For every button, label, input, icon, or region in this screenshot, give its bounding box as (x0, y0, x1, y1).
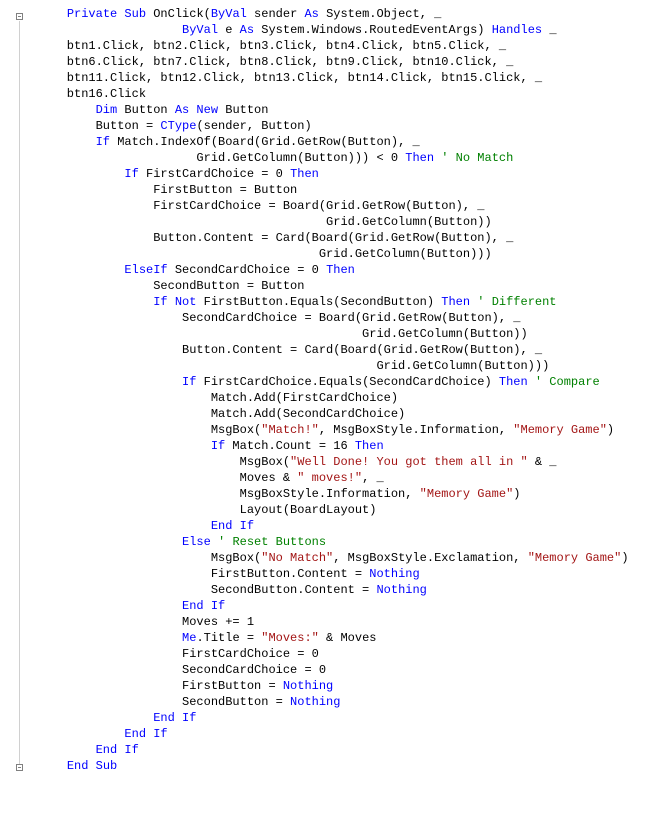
code-line: FirstCardChoice = Board(Grid.GetRow(Butt… (38, 198, 660, 214)
code-line: btn6.Click, btn7.Click, btn8.Click, btn9… (38, 54, 660, 70)
code-line: SecondButton.Content = Nothing (38, 582, 660, 598)
code-line: Button = CType(sender, Button) (38, 118, 660, 134)
code-line: Grid.GetColumn(Button))) < 0 Then ' No M… (38, 150, 660, 166)
code-block: Private Sub OnClick(ByVal sender As Syst… (10, 6, 660, 774)
code-line: FirstButton = Nothing (38, 678, 660, 694)
code-line: Dim Button As New Button (38, 102, 660, 118)
code-line: ByVal e As System.Windows.RoutedEventArg… (38, 22, 660, 38)
code-line: If Match.IndexOf(Board(Grid.GetRow(Butto… (38, 134, 660, 150)
fold-line (19, 21, 20, 765)
code-line: SecondCardChoice = Board(Grid.GetRow(But… (38, 310, 660, 326)
code-line: btn16.Click (38, 86, 660, 102)
code-line: Button.Content = Card(Board(Grid.GetRow(… (38, 230, 660, 246)
code-line: Layout(BoardLayout) (38, 502, 660, 518)
code-line: End If (38, 710, 660, 726)
code-line: SecondCardChoice = 0 (38, 662, 660, 678)
code-line: Grid.GetColumn(Button)) (38, 326, 660, 342)
code-line: btn1.Click, btn2.Click, btn3.Click, btn4… (38, 38, 660, 54)
code-line: Grid.GetColumn(Button))) (38, 246, 660, 262)
code-line: Else ' Reset Buttons (38, 534, 660, 550)
fold-icon[interactable] (16, 13, 23, 20)
code-line: If Match.Count = 16 Then (38, 438, 660, 454)
code-line: If FirstCardChoice.Equals(SecondCardChoi… (38, 374, 660, 390)
code-line: If Not FirstButton.Equals(SecondButton) … (38, 294, 660, 310)
code-line: SecondButton = Button (38, 278, 660, 294)
code-line: MsgBox("No Match", MsgBoxStyle.Exclamati… (38, 550, 660, 566)
code-line: Button.Content = Card(Board(Grid.GetRow(… (38, 342, 660, 358)
code-line: Private Sub OnClick(ByVal sender As Syst… (38, 6, 660, 22)
code-line: btn11.Click, btn12.Click, btn13.Click, b… (38, 70, 660, 86)
code-line: ElseIf SecondCardChoice = 0 Then (38, 262, 660, 278)
code-line: End If (38, 742, 660, 758)
code-line: End Sub (38, 758, 660, 774)
code-line: Moves += 1 (38, 614, 660, 630)
code-line: MsgBoxStyle.Information, "Memory Game") (38, 486, 660, 502)
code-line: Grid.GetColumn(Button))) (38, 358, 660, 374)
code-line: End If (38, 726, 660, 742)
code-line: MsgBox("Match!", MsgBoxStyle.Information… (38, 422, 660, 438)
code-line: MsgBox("Well Done! You got them all in "… (38, 454, 660, 470)
fold-icon[interactable] (16, 764, 23, 771)
code-line: Match.Add(FirstCardChoice) (38, 390, 660, 406)
code-line: Me.Title = "Moves:" & Moves (38, 630, 660, 646)
code-line: End If (38, 518, 660, 534)
code-line: FirstButton = Button (38, 182, 660, 198)
code-line: End If (38, 598, 660, 614)
code-line: Moves & " moves!", _ (38, 470, 660, 486)
code-line: FirstCardChoice = 0 (38, 646, 660, 662)
code-line: Grid.GetColumn(Button)) (38, 214, 660, 230)
code-line: SecondButton = Nothing (38, 694, 660, 710)
code-line: If FirstCardChoice = 0 Then (38, 166, 660, 182)
code-line: FirstButton.Content = Nothing (38, 566, 660, 582)
code-line: Match.Add(SecondCardChoice) (38, 406, 660, 422)
